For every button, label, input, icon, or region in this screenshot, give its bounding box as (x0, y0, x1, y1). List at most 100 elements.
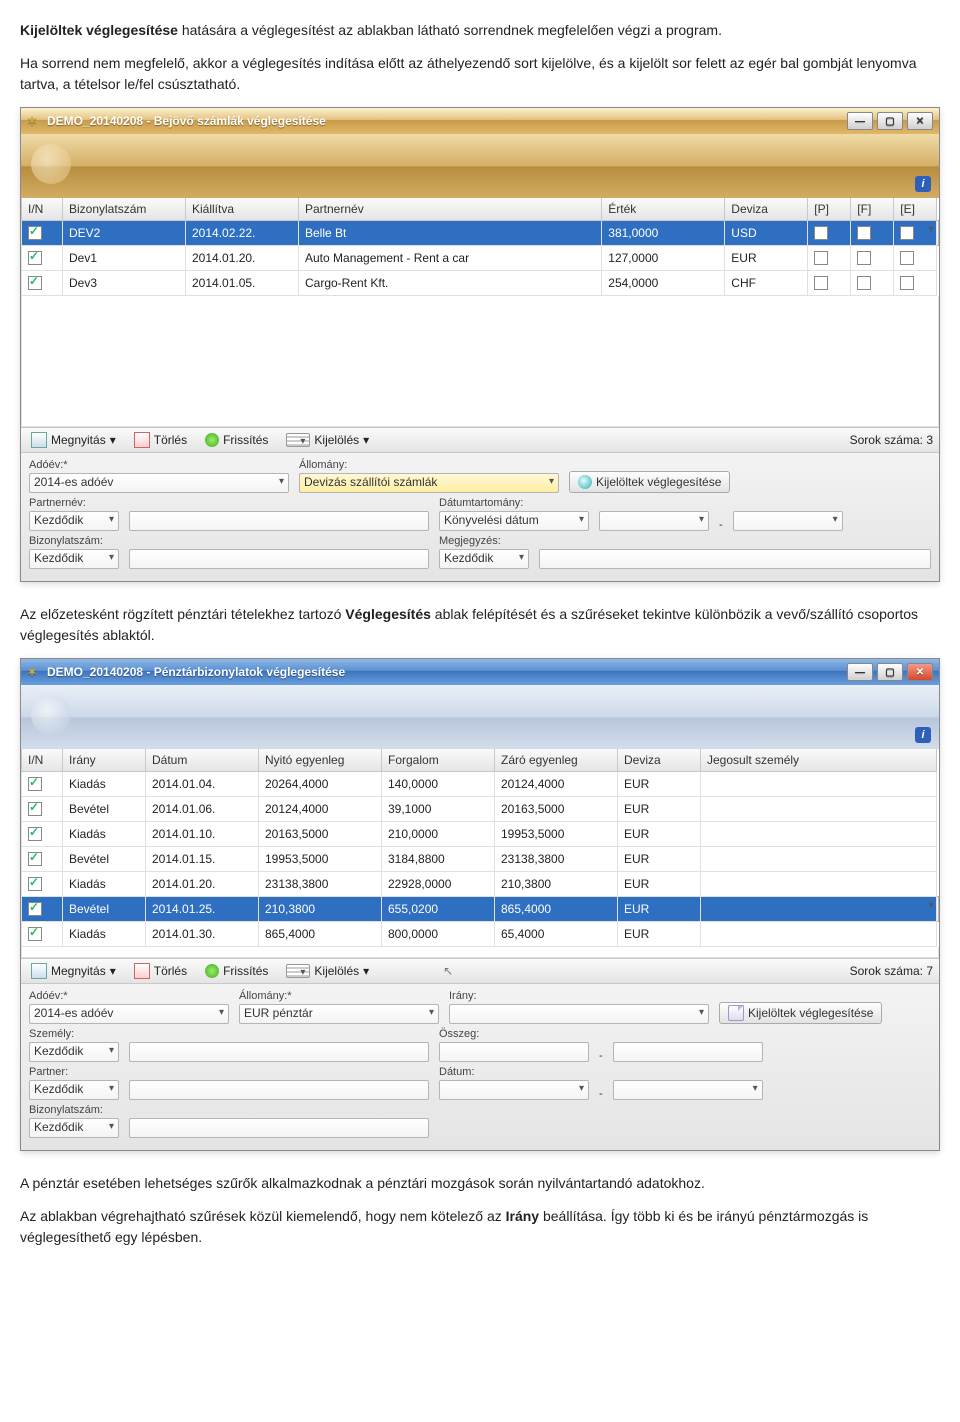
checkbox-icon[interactable] (28, 877, 42, 891)
checkbox-icon[interactable] (28, 251, 42, 265)
partner-mode[interactable]: Kezdődik (29, 1080, 119, 1100)
close-button[interactable]: ✕ (907, 112, 933, 130)
delete-button[interactable]: Törlés (130, 962, 191, 980)
open-button[interactable]: Megnyitás ▾ (27, 962, 120, 980)
info-icon[interactable]: i (915, 727, 931, 743)
info-icon[interactable]: i (915, 176, 931, 192)
col-forg[interactable]: Forgalom (382, 749, 495, 772)
biz-mode[interactable]: Kezdődik (29, 549, 119, 569)
maximize-button[interactable]: ▢ (877, 112, 903, 130)
partner-mode[interactable]: Kezdődik (29, 511, 119, 531)
refresh-button[interactable]: Frissítés (201, 963, 272, 979)
col-ertek[interactable]: Érték (602, 198, 725, 221)
open-button[interactable]: Megnyitás ▾ (27, 431, 120, 449)
osszeg-from[interactable] (439, 1042, 589, 1062)
table-row[interactable]: Dev32014.01.05.Cargo-Rent Kft.254,0000CH… (22, 271, 939, 296)
col-datum[interactable]: Dátum (146, 749, 259, 772)
data-grid[interactable]: I/N Bizonylatszám Kiállítva Partnernév É… (21, 198, 939, 296)
osszeg-to[interactable] (613, 1042, 763, 1062)
finalize-button[interactable]: Kijelöltek véglegesítése (719, 1002, 882, 1024)
cell: Kiadás (63, 872, 146, 897)
delete-icon (134, 963, 150, 979)
minimize-button[interactable]: — (847, 112, 873, 130)
col-nyito[interactable]: Nyitó egyenleg (259, 749, 382, 772)
col-partner[interactable]: Partnernév (299, 198, 602, 221)
checkbox-icon[interactable] (28, 802, 42, 816)
datum-from[interactable] (439, 1080, 589, 1100)
allomany-select[interactable]: EUR pénztár (239, 1004, 439, 1024)
table-row[interactable]: Kiadás2014.01.20.23138,380022928,0000210… (22, 872, 939, 897)
checkbox-icon[interactable] (28, 276, 42, 290)
select-button[interactable]: Kijelölés ▾ (282, 963, 373, 979)
table-row[interactable]: Bevétel2014.01.06.20124,400039,100020163… (22, 797, 939, 822)
table-row[interactable]: Bevétel2014.01.15.19953,50003184,8800231… (22, 847, 939, 872)
cell: 2014.01.15. (146, 847, 259, 872)
checkbox-icon[interactable] (900, 226, 914, 240)
partner-input[interactable] (129, 1080, 429, 1100)
checkbox-icon[interactable] (857, 226, 871, 240)
delete-button[interactable]: Törlés (130, 431, 191, 449)
finalize-button[interactable]: Kijelöltek véglegesítése (569, 471, 730, 493)
checkbox-icon[interactable] (857, 251, 871, 265)
table-row[interactable]: Dev12014.01.20.Auto Management - Rent a … (22, 246, 939, 271)
checkbox-icon[interactable] (28, 827, 42, 841)
adoev-select[interactable]: 2014-es adóév (29, 473, 289, 493)
allomany-select[interactable]: Devizás szállítói számlák (299, 473, 559, 493)
col-f[interactable]: [F] (851, 198, 894, 221)
col-jeg[interactable]: Jegosult személy (701, 749, 937, 772)
datum-to[interactable] (613, 1080, 763, 1100)
col-e[interactable]: [E] (894, 198, 937, 221)
table-row[interactable]: DEV22014.02.22.Belle Bt381,0000USD (22, 221, 939, 246)
col-kiall[interactable]: Kiállítva (186, 198, 299, 221)
titlebar[interactable]: ✶ DEMO_20140208 - Pénztárbizonylatok vég… (21, 659, 939, 685)
doc-paragraph-3: Az előzetesként rögzített pénztári tétel… (20, 604, 940, 646)
megj-mode[interactable]: Kezdődik (439, 549, 529, 569)
col-in[interactable]: I/N (22, 198, 63, 221)
checkbox-icon[interactable] (28, 852, 42, 866)
cell: 20124,4000 (259, 797, 382, 822)
col-in[interactable]: I/N (22, 749, 63, 772)
maximize-button[interactable]: ▢ (877, 663, 903, 681)
date-from[interactable] (599, 511, 709, 531)
megj-input[interactable] (539, 549, 931, 569)
titlebar[interactable]: ✶ DEMO_20140208 - Bejövő számlák véglege… (21, 108, 939, 134)
biz-input[interactable] (129, 549, 429, 569)
checkbox-icon[interactable] (28, 927, 42, 941)
datum-label: Dátum: (439, 1066, 589, 1078)
refresh-button[interactable]: Frissítés (201, 432, 272, 448)
checkbox-icon[interactable] (814, 226, 828, 240)
col-zaro[interactable]: Záró egyenleg (495, 749, 618, 772)
data-grid[interactable]: I/N Irány Dátum Nyitó egyenleg Forgalom … (21, 749, 939, 947)
biz-input[interactable] (129, 1118, 429, 1138)
checkbox-icon[interactable] (900, 251, 914, 265)
minimize-button[interactable]: — (847, 663, 873, 681)
checkbox-icon[interactable] (814, 276, 828, 290)
szemely-mode[interactable]: Kezdődik (29, 1042, 119, 1062)
datumt-select[interactable]: Könyvelési dátum (439, 511, 589, 531)
table-row[interactable]: Kiadás2014.01.04.20264,4000140,000020124… (22, 772, 939, 797)
table-row[interactable]: Kiadás2014.01.10.20163,5000210,000019953… (22, 822, 939, 847)
cell (701, 872, 937, 897)
szemely-input[interactable] (129, 1042, 429, 1062)
col-irany[interactable]: Irány (63, 749, 146, 772)
biz-mode[interactable]: Kezdődik (29, 1118, 119, 1138)
col-p[interactable]: [P] (808, 198, 851, 221)
checkbox-icon[interactable] (857, 276, 871, 290)
close-button[interactable]: ✕ (907, 663, 933, 681)
checkbox-icon[interactable] (28, 777, 42, 791)
checkbox-icon[interactable] (28, 226, 42, 240)
checkbox-icon[interactable] (28, 902, 42, 916)
col-deviza[interactable]: Deviza (725, 198, 808, 221)
select-button[interactable]: Kijelölés ▾ (282, 432, 373, 448)
open-icon (31, 432, 47, 448)
partner-input[interactable] (129, 511, 429, 531)
col-biz[interactable]: Bizonylatszám (63, 198, 186, 221)
table-row[interactable]: Bevétel2014.01.25.210,3800655,0200865,40… (22, 897, 939, 922)
adoev-select[interactable]: 2014-es adóév (29, 1004, 229, 1024)
col-deviza[interactable]: Deviza (618, 749, 701, 772)
irany-select[interactable] (449, 1004, 709, 1024)
date-to[interactable] (733, 511, 843, 531)
checkbox-icon[interactable] (900, 276, 914, 290)
checkbox-icon[interactable] (814, 251, 828, 265)
table-row[interactable]: Kiadás2014.01.30.865,4000800,000065,4000… (22, 922, 939, 947)
